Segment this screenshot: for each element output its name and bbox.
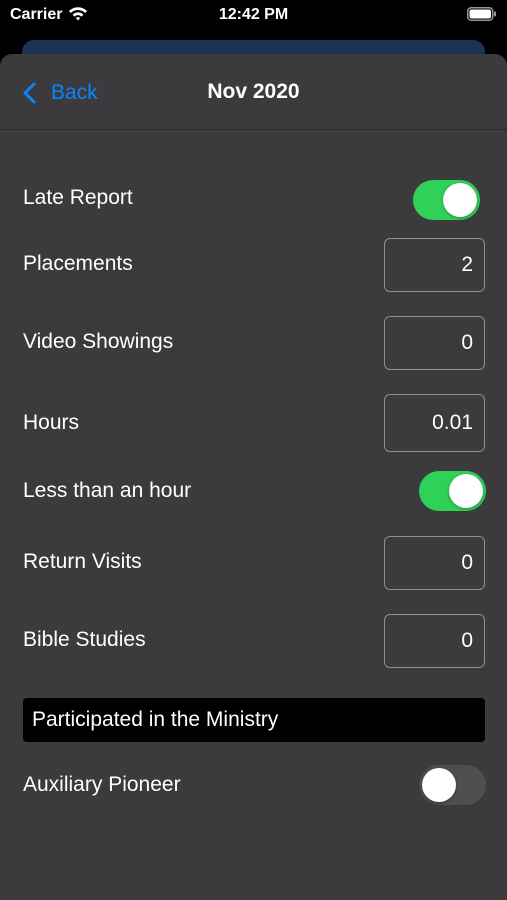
auxiliary-pioneer-label: Auxiliary Pioneer (23, 773, 181, 796)
bible-studies-field[interactable]: 0 (384, 614, 485, 668)
return-visits-label: Return Visits (23, 550, 142, 573)
battery-icon (467, 7, 496, 21)
bible-studies-label: Bible Studies (23, 628, 146, 651)
late-report-toggle[interactable] (413, 180, 480, 220)
video-showings-label: Video Showings (23, 330, 174, 353)
page-title: Nov 2020 (207, 80, 300, 103)
auxiliary-pioneer-toggle[interactable] (419, 765, 486, 805)
less-than-hour-label: Less than an hour (23, 479, 192, 502)
status-time: 12:42 PM (218, 6, 289, 23)
participated-ministry-bar[interactable]: Participated in the Ministry (23, 698, 485, 742)
hours-field[interactable]: 0.01 (384, 394, 485, 452)
placements-label: Placements (23, 252, 133, 275)
video-showings-field[interactable]: 0 (384, 316, 485, 370)
less-than-hour-toggle[interactable] (419, 471, 486, 511)
navigation-bar: Back Nov 2020 (0, 54, 507, 130)
late-report-label: Late Report (23, 186, 133, 209)
hours-label: Hours (23, 411, 80, 434)
participated-ministry-label: Participated in the Ministry (32, 708, 279, 731)
report-sheet: Back Nov 2020 Late Report Placements 2 V… (0, 54, 507, 900)
placements-field[interactable]: 2 (384, 238, 485, 292)
toggle-knob (422, 768, 456, 802)
toggle-knob (449, 474, 483, 508)
return-visits-field[interactable]: 0 (384, 536, 485, 590)
toggle-knob (443, 183, 477, 217)
status-bar: Carrier 12:42 PM (0, 0, 507, 34)
